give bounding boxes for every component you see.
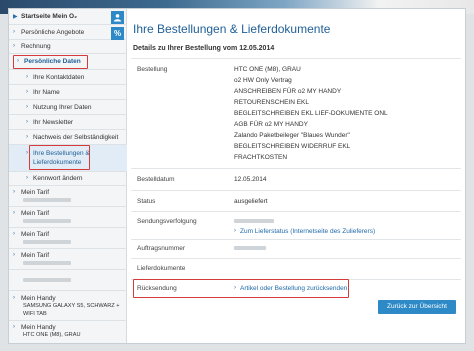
chevron-right-icon: ›: [13, 29, 15, 35]
chevron-right-icon: ›: [26, 119, 28, 125]
chevron-right-icon: ›: [234, 228, 236, 234]
redacted-text: [23, 278, 71, 282]
sidebar-item-label: Mein Handy: [21, 295, 56, 302]
chevron-right-icon: ›: [13, 43, 15, 49]
tracking-link[interactable]: Zum Lieferstatus (Internetseite des Zuli…: [240, 228, 375, 235]
sidebar-subitem[interactable]: › Ihr Newsletter: [9, 115, 127, 130]
status-value: ausgeliefert: [234, 198, 268, 205]
divider: [131, 190, 461, 191]
redacted-text: [23, 198, 71, 202]
device-name: HTC ONE (M8), GRAU: [23, 332, 81, 338]
sidebar-item-label: Mein Tarif: [21, 210, 50, 217]
sidebar-item-tariff[interactable]: › Mein Tarif: [9, 207, 127, 228]
percent-icon[interactable]: %: [111, 27, 124, 40]
sidebar-item-offers[interactable]: › Persönliche Angebote: [9, 25, 127, 40]
order-item: BEGLEITSCHREIBEN EKL LIEF-DOKUMENTE ONL: [234, 110, 388, 117]
sidebar-subitem-label: Ihr Newsletter: [33, 119, 74, 126]
sidebar-subitem[interactable]: › Nutzung Ihrer Daten: [9, 100, 127, 115]
sidebar-item-label: Persönliche Angebote: [21, 29, 85, 36]
sidebar-subitem-label: Nutzung Ihrer Daten: [33, 104, 92, 111]
sidebar-subitem-label: Kennwort ändern: [33, 175, 83, 182]
sidebar-item-label: Mein Tarif: [21, 189, 50, 196]
sidebar-subitem[interactable]: › Kennwort ändern: [9, 172, 127, 186]
chevron-right-icon: ›: [26, 104, 28, 110]
sidebar-subitem[interactable]: › Nachweis der Selbständigkeit: [9, 130, 127, 145]
highlight-box: [13, 55, 88, 69]
highlight-box: [133, 279, 349, 298]
field-label-tracking: Sendungsverfolgung: [137, 218, 197, 225]
sidebar-subitem[interactable]: › Ihr Name: [9, 85, 127, 100]
device-name: SAMSUNG GALAXY S5, SCHWARZ +: [23, 303, 120, 309]
field-label-order-date: Bestelldatum: [137, 176, 175, 183]
sidebar-item-label: Rechnung: [21, 43, 51, 50]
user-icon[interactable]: [111, 11, 124, 24]
chevron-right-icon: ›: [26, 89, 28, 95]
sidebar-subitem-label: Ihr Name: [33, 89, 60, 96]
field-label-status: Status: [137, 198, 156, 205]
sidebar: ▶ Startseite Mein O₂ › Persönliche Angeb…: [9, 9, 127, 343]
sidebar-item-tariff[interactable]: › Mein Tarif: [9, 249, 127, 270]
sidebar-item-tariff[interactable]: › Mein Tarif: [9, 186, 127, 207]
sidebar-item-tariff[interactable]: [9, 270, 127, 291]
redacted-text: [23, 219, 71, 223]
sidebar-item-label: Mein Tarif: [21, 252, 50, 259]
sidebar-item-label: Mein Handy: [21, 324, 56, 331]
chevron-right-icon: ›: [13, 189, 15, 195]
field-label-order-number: Auftragsnummer: [137, 245, 186, 252]
sidebar-subitem-label: Nachweis der Selbständigkeit: [33, 134, 119, 141]
order-item: AGB FÜR o2 MY HANDY: [234, 121, 308, 128]
chevron-right-icon: ›: [13, 252, 15, 258]
chevron-right-icon: ›: [26, 175, 28, 181]
divider: [131, 211, 461, 212]
order-item: FRACHTKOSTEN: [234, 154, 288, 161]
page-title: Ihre Bestellungen & Lieferdokumente: [133, 22, 331, 36]
order-item: RETOURENSCHEIN EKL: [234, 99, 310, 106]
order-date-value: 12.05.2014: [234, 176, 267, 183]
sidebar-item-handy[interactable]: › Mein Handy HTC ONE (M8), GRAU: [9, 321, 127, 343]
chevron-right-icon: ›: [26, 74, 28, 80]
sidebar-subitem-label: Ihre Kontaktdaten: [33, 74, 85, 81]
back-to-overview-button[interactable]: Zurück zur Übersicht: [378, 300, 456, 314]
chevron-right-icon: ▶: [13, 14, 18, 20]
order-item: HTC ONE (M8), GRAU: [234, 66, 301, 73]
chevron-right-icon: ›: [26, 134, 28, 140]
redacted-text: [23, 240, 71, 244]
chevron-right-icon: ›: [26, 150, 28, 156]
sidebar-item-label: Startseite Mein O₂: [21, 13, 77, 20]
field-label-order: Bestellung: [137, 66, 168, 73]
order-item: o2 HW Only Vertrag: [234, 77, 292, 84]
sidebar-item-handy[interactable]: › Mein Handy SAMSUNG GALAXY S5, SCHWARZ …: [9, 291, 127, 321]
order-item: BEGLEITSCHREIBEN WIDERRUF EKL: [234, 143, 351, 150]
chevron-right-icon: ›: [13, 295, 15, 301]
highlight-box: [29, 145, 90, 170]
divider: [131, 168, 461, 169]
sidebar-item-label: Mein Tarif: [21, 231, 50, 238]
chevron-right-icon: ›: [13, 231, 15, 237]
redacted-text: [23, 261, 71, 265]
divider: [131, 58, 461, 59]
order-item: ANSCHREIBEN FÜR o2 MY HANDY: [234, 88, 342, 95]
section-subtitle: Details zu Ihrer Bestellung vom 12.05.20…: [133, 45, 275, 52]
redacted-text: [234, 219, 274, 223]
chevron-right-icon: ›: [13, 324, 15, 330]
sidebar-subitem[interactable]: › Ihre Kontaktdaten: [9, 70, 127, 85]
sidebar-item-start[interactable]: ▶ Startseite Mein O₂: [9, 9, 127, 25]
chevron-right-icon: ›: [13, 210, 15, 216]
device-name: WIFI TAB: [23, 311, 47, 317]
sidebar-item-tariff[interactable]: › Mein Tarif: [9, 228, 127, 249]
divider: [131, 258, 461, 259]
sidebar-item-invoice[interactable]: › Rechnung: [9, 40, 127, 54]
order-item: Zalando Paketbeileger "Blaues Wunder": [234, 132, 350, 139]
field-label-delivery-docs: Lieferdokumente: [137, 265, 186, 272]
divider: [131, 239, 461, 240]
redacted-text: [234, 246, 266, 250]
